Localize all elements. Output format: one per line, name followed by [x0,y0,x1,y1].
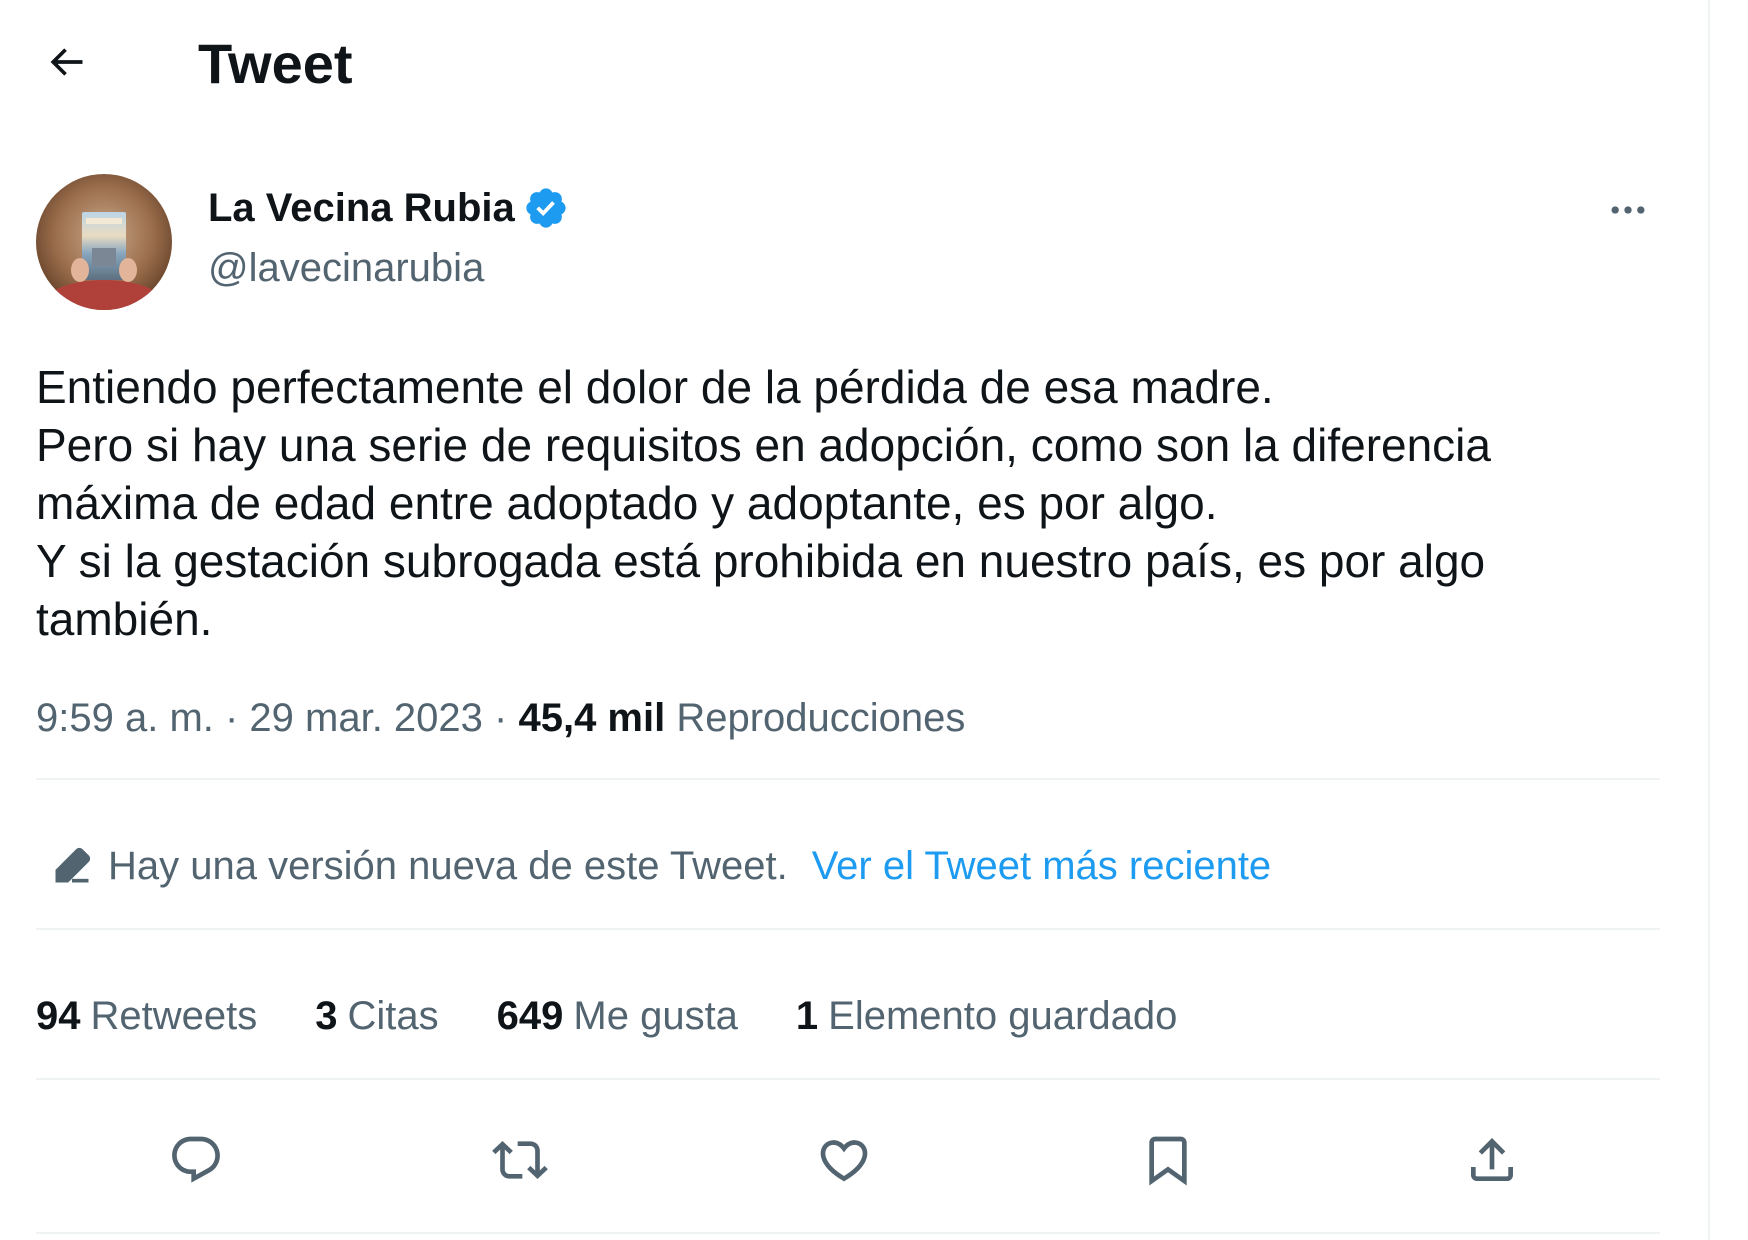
divider [36,778,1660,780]
views-count: 45,4 mil [518,696,666,740]
tweet-line: máxima de edad entre adoptado y adoptant… [36,477,1218,529]
meta-separator: · [213,696,250,740]
stat-retweets[interactable]: 94 Retweets [36,992,257,1040]
retweet-button[interactable] [480,1120,560,1200]
stat-quotes[interactable]: 3 Citas [315,992,438,1040]
tweet-line: Y si la gestación subrogada está prohibi… [36,535,1486,587]
stat-label: Citas [347,994,439,1038]
reply-icon [172,1136,220,1183]
stat-likes[interactable]: 649 Me gusta [497,992,738,1040]
more-horizontal-icon [1611,206,1645,214]
author-name-text: La Vecina Rubia [208,186,515,230]
views-label: Reproducciones [676,696,966,740]
edited-notice-text: Hay una versión nueva de este Tweet. [108,844,788,888]
bookmark-button[interactable] [1128,1120,1208,1200]
edited-notice: Hay una versión nueva de este Tweet. Ver… [50,842,1271,890]
reply-button[interactable] [156,1120,236,1200]
meta-separator: · [482,696,519,740]
share-icon [1471,1138,1513,1181]
stat-count: 94 [36,994,81,1038]
stat-label: Me gusta [573,994,738,1038]
stat-count: 1 [795,994,819,1038]
stat-label: Elemento guardado [828,994,1178,1038]
tweet-page: Tweet La Vecina Rubia @lavecinarubia Ent… [0,0,1748,1240]
stat-count: 3 [315,994,338,1038]
divider [36,928,1660,930]
avatar[interactable] [36,174,172,310]
tweet-time[interactable]: 9:59 a. m. [36,696,214,740]
author-name[interactable]: La Vecina Rubia [208,184,569,232]
page-title: Tweet [198,32,353,95]
main-column: Tweet La Vecina Rubia @lavecinarubia Ent… [0,0,1710,1240]
tweet-text: Entiendo perfectamente el dolor de la pé… [36,358,1676,648]
more-options-button[interactable] [1598,180,1658,240]
tweet-line: también. [36,593,213,645]
arrow-left-icon [50,48,83,76]
author-handle[interactable]: @lavecinarubia [208,244,484,292]
tweet-actions [0,1120,1708,1200]
stat-count: 649 [496,994,564,1038]
stat-bookmarks[interactable]: 1 Elemento guardado [796,992,1177,1040]
page-header: Tweet [0,0,1708,128]
bookmark-icon [1149,1136,1187,1186]
retweet-icon [492,1141,548,1179]
share-button[interactable] [1452,1120,1532,1200]
tweet-stats: 94 Retweets 3 Citas 649 Me gusta 1 Elemento … [36,992,1235,1040]
view-latest-tweet-link[interactable]: Ver el Tweet más reciente [812,842,1272,890]
pencil-icon [50,844,94,888]
divider [36,1078,1660,1080]
tweet-meta: 9:59 a. m. · 29 mar. 2023 · 45,4 mil Rep… [36,694,965,742]
tweet-line: Pero si hay una serie de requisitos en a… [36,419,1491,471]
heart-icon [820,1140,868,1182]
like-button[interactable] [804,1120,884,1200]
stat-label: Retweets [90,994,258,1038]
verified-badge-icon [523,185,569,231]
tweet-line: Entiendo perfectamente el dolor de la pé… [36,361,1274,413]
back-button[interactable] [34,30,98,94]
avatar-image [36,174,172,310]
tweet-date[interactable]: 29 mar. 2023 [249,696,483,740]
divider [36,1232,1660,1234]
